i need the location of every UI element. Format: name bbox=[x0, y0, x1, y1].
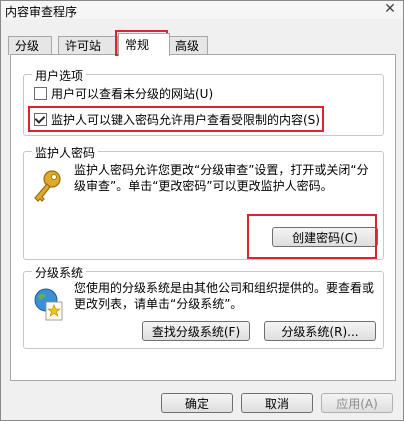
content-advisor-window: 内容审查程序 ✕ 分级 许可站点 常规 高级 用户选项 用户可以查看未分级的网站… bbox=[0, 0, 404, 421]
password-override-checkbox[interactable] bbox=[34, 113, 47, 126]
rating-systems-description: 您使用的分级系统是由其他公司和组织提供的。要查看或更改列表，请单击“分级系统”。 bbox=[74, 281, 375, 311]
tab-advanced[interactable]: 高级 bbox=[168, 36, 208, 55]
apply-button[interactable]: 应用(A) bbox=[321, 393, 393, 413]
unrated-sites-option[interactable]: 用户可以查看未分级的网站(U) bbox=[34, 85, 213, 102]
rating-systems-group: 分级系统 您使用的分级系统是由其他公司和组织提供的。要查看或更改列表，请单击“分… bbox=[23, 264, 384, 349]
find-rating-systems-button[interactable]: 查找分级系统(F) bbox=[142, 321, 250, 341]
create-password-button[interactable]: 创建密码(C) bbox=[272, 227, 378, 247]
password-override-label: 监护人可以键入密码允许用户查看受限制的内容(S) bbox=[51, 113, 320, 127]
unrated-sites-label: 用户可以查看未分级的网站(U) bbox=[51, 87, 214, 101]
password-override-option[interactable]: 监护人可以键入密码允许用户查看受限制的内容(S) bbox=[34, 111, 320, 128]
close-icon[interactable]: ✕ bbox=[381, 1, 399, 17]
tab-ratings[interactable]: 分级 bbox=[8, 36, 52, 55]
rating-systems-title: 分级系统 bbox=[32, 264, 87, 281]
supervisor-password-group: 监护人密码 监护人密码允许您更改“分级审查”设置，打开或关闭“分级审查”。单击“… bbox=[23, 144, 384, 260]
supervisor-password-description: 监护人密码允许您更改“分级审查”设置，打开或关闭“分级审查”。单击“更改密码”可… bbox=[74, 163, 369, 193]
tab-general[interactable]: 常规 bbox=[118, 33, 170, 56]
title-bar: 内容审查程序 ✕ bbox=[1, 1, 403, 19]
tab-panel-general: 用户选项 用户可以查看未分级的网站(U) 监护人可以键入密码允许用户查看受限制的… bbox=[10, 54, 396, 381]
window-title: 内容审查程序 bbox=[5, 5, 78, 19]
user-options-group: 用户选项 用户可以查看未分级的网站(U) 监护人可以键入密码允许用户查看受限制的… bbox=[23, 67, 384, 136]
globe-certificate-icon bbox=[34, 288, 63, 321]
cancel-button[interactable]: 取消 bbox=[241, 393, 313, 413]
tab-approved-sites[interactable]: 许可站点 bbox=[58, 36, 118, 71]
unrated-sites-checkbox[interactable] bbox=[34, 87, 47, 100]
supervisor-password-title: 监护人密码 bbox=[32, 144, 99, 161]
rating-systems-button[interactable]: 分级系统(R)... bbox=[264, 321, 376, 341]
user-options-title: 用户选项 bbox=[32, 67, 87, 84]
ok-button[interactable]: 确定 bbox=[161, 393, 233, 413]
key-icon bbox=[34, 170, 61, 202]
